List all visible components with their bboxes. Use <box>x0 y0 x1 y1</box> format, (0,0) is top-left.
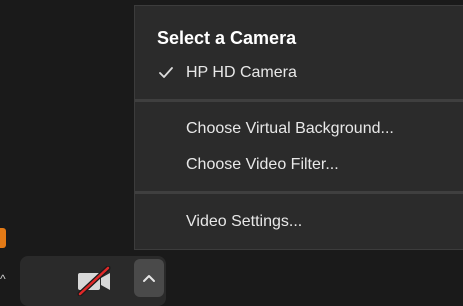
menu-item-label: Choose Video Filter... <box>186 156 339 173</box>
menu-header-select-camera: Select a Camera <box>157 28 297 48</box>
checkmark-icon <box>157 64 175 82</box>
menu-item-hp-hd-camera[interactable]: HP HD Camera <box>135 59 463 87</box>
camera-options-menu: Select a Camera HP HD Camera Choose Virt… <box>134 5 463 250</box>
video-camera-off-icon <box>77 266 111 296</box>
partial-caret-up-icon[interactable]: ^ <box>0 273 8 285</box>
partial-orange-indicator <box>0 228 6 248</box>
menu-item-video-settings[interactable]: Video Settings... <box>135 208 463 236</box>
menu-item-label: Video Settings... <box>186 213 303 230</box>
stop-video-button[interactable] <box>70 263 118 299</box>
menu-item-choose-virtual-background[interactable]: Choose Virtual Background... <box>135 115 463 143</box>
video-options-caret-button[interactable] <box>134 259 164 297</box>
menu-divider <box>135 191 463 194</box>
menu-divider <box>135 99 463 102</box>
menu-item-label: Choose Virtual Background... <box>186 120 394 137</box>
chevron-up-icon <box>143 275 155 282</box>
menu-item-label: HP HD Camera <box>186 64 297 81</box>
menu-item-choose-video-filter[interactable]: Choose Video Filter... <box>135 151 463 179</box>
